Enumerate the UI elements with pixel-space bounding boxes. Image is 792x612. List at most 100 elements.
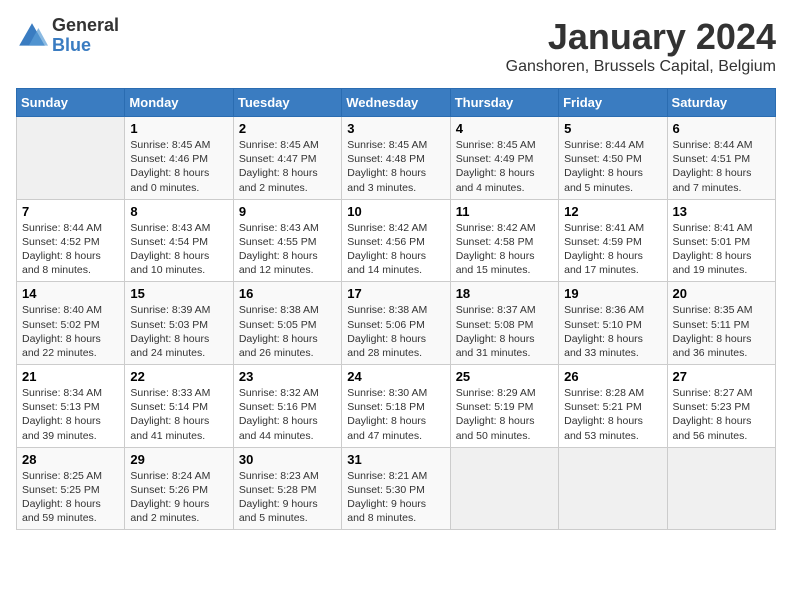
day-header-saturday: Saturday	[667, 89, 775, 117]
day-number: 14	[22, 286, 119, 301]
day-header-wednesday: Wednesday	[342, 89, 450, 117]
logo-icon	[16, 20, 48, 52]
day-cell-24: 24 Sunrise: 8:30 AMSunset: 5:18 PMDayligh…	[342, 365, 450, 448]
day-number: 16	[239, 286, 336, 301]
day-number: 4	[456, 121, 553, 136]
page-header: General Blue January 2024 Ganshoren, Bru…	[16, 16, 776, 76]
day-info: Sunrise: 8:45 AMSunset: 4:47 PMDaylight:…	[239, 139, 319, 194]
day-info: Sunrise: 8:45 AMSunset: 4:48 PMDaylight:…	[347, 139, 427, 194]
day-number: 17	[347, 286, 444, 301]
day-number: 2	[239, 121, 336, 136]
day-cell-18: 18Sunrise: 8:37 AMSunset: 5:08 PMDayligh…	[450, 282, 558, 365]
day-cell-5: 5Sunrise: 8:44 AMSunset: 4:50 PMDaylight…	[559, 117, 667, 200]
day-cell-13: 13 Sunrise: 8:41 AMSunset: 5:01 PMDayligh…	[667, 199, 775, 282]
day-info: Sunrise: 8:42 AMSunset: 4:58 PMDaylight:…	[456, 222, 536, 277]
logo-general: General	[52, 16, 119, 36]
day-cell-17: 17 Sunrise: 8:38 AMSunset: 5:06 PMDayligh…	[342, 282, 450, 365]
day-number: 3	[347, 121, 444, 136]
calendar-table: SundayMondayTuesdayWednesdayThursdayFrid…	[16, 88, 776, 530]
day-cell-empty	[559, 447, 667, 530]
day-info: Sunrise: 8:27 AMSunset: 5:23 PMDaylight:…	[673, 387, 753, 442]
day-info: Sunrise: 8:32 AMSunset: 5:16 PMDaylight:…	[239, 387, 319, 442]
day-number: 11	[456, 204, 553, 219]
day-info: Sunrise: 8:34 AMSunset: 5:13 PMDaylight:…	[22, 387, 102, 442]
day-info: Sunrise: 8:25 AMSunset: 5:25 PMDaylight:…	[22, 470, 102, 525]
day-number: 7	[22, 204, 119, 219]
day-info: Sunrise: 8:43 AMSunset: 4:55 PMDaylight:…	[239, 222, 319, 277]
month-title: January 2024	[506, 16, 776, 58]
day-info: Sunrise: 8:21 AMSunset: 5:30 PMDaylight:…	[347, 470, 427, 525]
day-cell-6: 6Sunrise: 8:44 AMSunset: 4:51 PMDaylight…	[667, 117, 775, 200]
day-cell-14: 14 Sunrise: 8:40 AMSunset: 5:02 PMDayligh…	[17, 282, 125, 365]
day-header-monday: Monday	[125, 89, 233, 117]
day-info: Sunrise: 8:41 AMSunset: 5:01 PMDaylight:…	[673, 222, 753, 277]
day-info: Sunrise: 8:44 AMSunset: 4:51 PMDaylight:…	[673, 139, 753, 194]
day-info: Sunrise: 8:36 AMSunset: 5:10 PMDaylight:…	[564, 304, 644, 359]
week-row-2: 7 Sunrise: 8:44 AMSunset: 4:52 PMDaylight…	[17, 199, 776, 282]
day-number: 25	[456, 369, 553, 384]
day-cell-empty	[667, 447, 775, 530]
day-number: 27	[673, 369, 770, 384]
day-header-tuesday: Tuesday	[233, 89, 341, 117]
logo: General Blue	[16, 16, 119, 56]
day-cell-3: 3 Sunrise: 8:45 AMSunset: 4:48 PMDaylight…	[342, 117, 450, 200]
day-number: 30	[239, 452, 336, 467]
day-cell-empty	[450, 447, 558, 530]
day-info: Sunrise: 8:30 AMSunset: 5:18 PMDaylight:…	[347, 387, 427, 442]
day-cell-23: 23Sunrise: 8:32 AMSunset: 5:16 PMDayligh…	[233, 365, 341, 448]
day-info: Sunrise: 8:42 AMSunset: 4:56 PMDaylight:…	[347, 222, 427, 277]
day-cell-12: 12Sunrise: 8:41 AMSunset: 4:59 PMDayligh…	[559, 199, 667, 282]
day-number: 29	[130, 452, 227, 467]
day-number: 22	[130, 369, 227, 384]
day-number: 15	[130, 286, 227, 301]
day-info: Sunrise: 8:38 AMSunset: 5:06 PMDaylight:…	[347, 304, 427, 359]
day-number: 8	[130, 204, 227, 219]
day-headers: SundayMondayTuesdayWednesdayThursdayFrid…	[17, 89, 776, 117]
day-cell-31: 31 Sunrise: 8:21 AMSunset: 5:30 PMDayligh…	[342, 447, 450, 530]
week-row-4: 21 Sunrise: 8:34 AMSunset: 5:13 PMDayligh…	[17, 365, 776, 448]
day-cell-7: 7 Sunrise: 8:44 AMSunset: 4:52 PMDaylight…	[17, 199, 125, 282]
day-cell-30: 30 Sunrise: 8:23 AMSunset: 5:28 PMDayligh…	[233, 447, 341, 530]
day-info: Sunrise: 8:23 AMSunset: 5:28 PMDaylight:…	[239, 470, 319, 525]
day-number: 21	[22, 369, 119, 384]
day-cell-22: 22Sunrise: 8:33 AMSunset: 5:14 PMDayligh…	[125, 365, 233, 448]
logo-blue: Blue	[52, 36, 119, 56]
day-info: Sunrise: 8:40 AMSunset: 5:02 PMDaylight:…	[22, 304, 102, 359]
day-info: Sunrise: 8:45 AMSunset: 4:46 PMDaylight:…	[130, 139, 210, 194]
day-number: 1	[130, 121, 227, 136]
day-number: 28	[22, 452, 119, 467]
day-number: 9	[239, 204, 336, 219]
day-number: 26	[564, 369, 661, 384]
day-cell-29: 29 Sunrise: 8:24 AMSunset: 5:26 PMDayligh…	[125, 447, 233, 530]
day-cell-25: 25Sunrise: 8:29 AMSunset: 5:19 PMDayligh…	[450, 365, 558, 448]
day-number: 18	[456, 286, 553, 301]
day-number: 31	[347, 452, 444, 467]
day-cell-16: 16Sunrise: 8:38 AMSunset: 5:05 PMDayligh…	[233, 282, 341, 365]
day-cell-8: 8 Sunrise: 8:43 AMSunset: 4:54 PMDaylight…	[125, 199, 233, 282]
day-info: Sunrise: 8:44 AMSunset: 4:52 PMDaylight:…	[22, 222, 102, 277]
day-cell-15: 15 Sunrise: 8:39 AMSunset: 5:03 PMDayligh…	[125, 282, 233, 365]
day-number: 24	[347, 369, 444, 384]
week-row-3: 14 Sunrise: 8:40 AMSunset: 5:02 PMDayligh…	[17, 282, 776, 365]
day-cell-26: 26Sunrise: 8:28 AMSunset: 5:21 PMDayligh…	[559, 365, 667, 448]
day-info: Sunrise: 8:39 AMSunset: 5:03 PMDaylight:…	[130, 304, 210, 359]
day-cell-1: 1 Sunrise: 8:45 AMSunset: 4:46 PMDaylight…	[125, 117, 233, 200]
day-info: Sunrise: 8:45 AMSunset: 4:49 PMDaylight:…	[456, 139, 536, 194]
day-cell-21: 21 Sunrise: 8:34 AMSunset: 5:13 PMDayligh…	[17, 365, 125, 448]
day-number: 5	[564, 121, 661, 136]
day-header-friday: Friday	[559, 89, 667, 117]
day-number: 20	[673, 286, 770, 301]
day-number: 12	[564, 204, 661, 219]
day-cell-9: 9 Sunrise: 8:43 AMSunset: 4:55 PMDaylight…	[233, 199, 341, 282]
day-cell-empty	[17, 117, 125, 200]
day-header-thursday: Thursday	[450, 89, 558, 117]
day-cell-2: 2 Sunrise: 8:45 AMSunset: 4:47 PMDaylight…	[233, 117, 341, 200]
day-info: Sunrise: 8:43 AMSunset: 4:54 PMDaylight:…	[130, 222, 210, 277]
title-block: January 2024 Ganshoren, Brussels Capital…	[506, 16, 776, 76]
day-cell-11: 11 Sunrise: 8:42 AMSunset: 4:58 PMDayligh…	[450, 199, 558, 282]
day-number: 13	[673, 204, 770, 219]
day-info: Sunrise: 8:24 AMSunset: 5:26 PMDaylight:…	[130, 470, 210, 525]
day-cell-10: 10Sunrise: 8:42 AMSunset: 4:56 PMDayligh…	[342, 199, 450, 282]
location: Ganshoren, Brussels Capital, Belgium	[506, 58, 776, 76]
week-row-5: 28 Sunrise: 8:25 AMSunset: 5:25 PMDayligh…	[17, 447, 776, 530]
